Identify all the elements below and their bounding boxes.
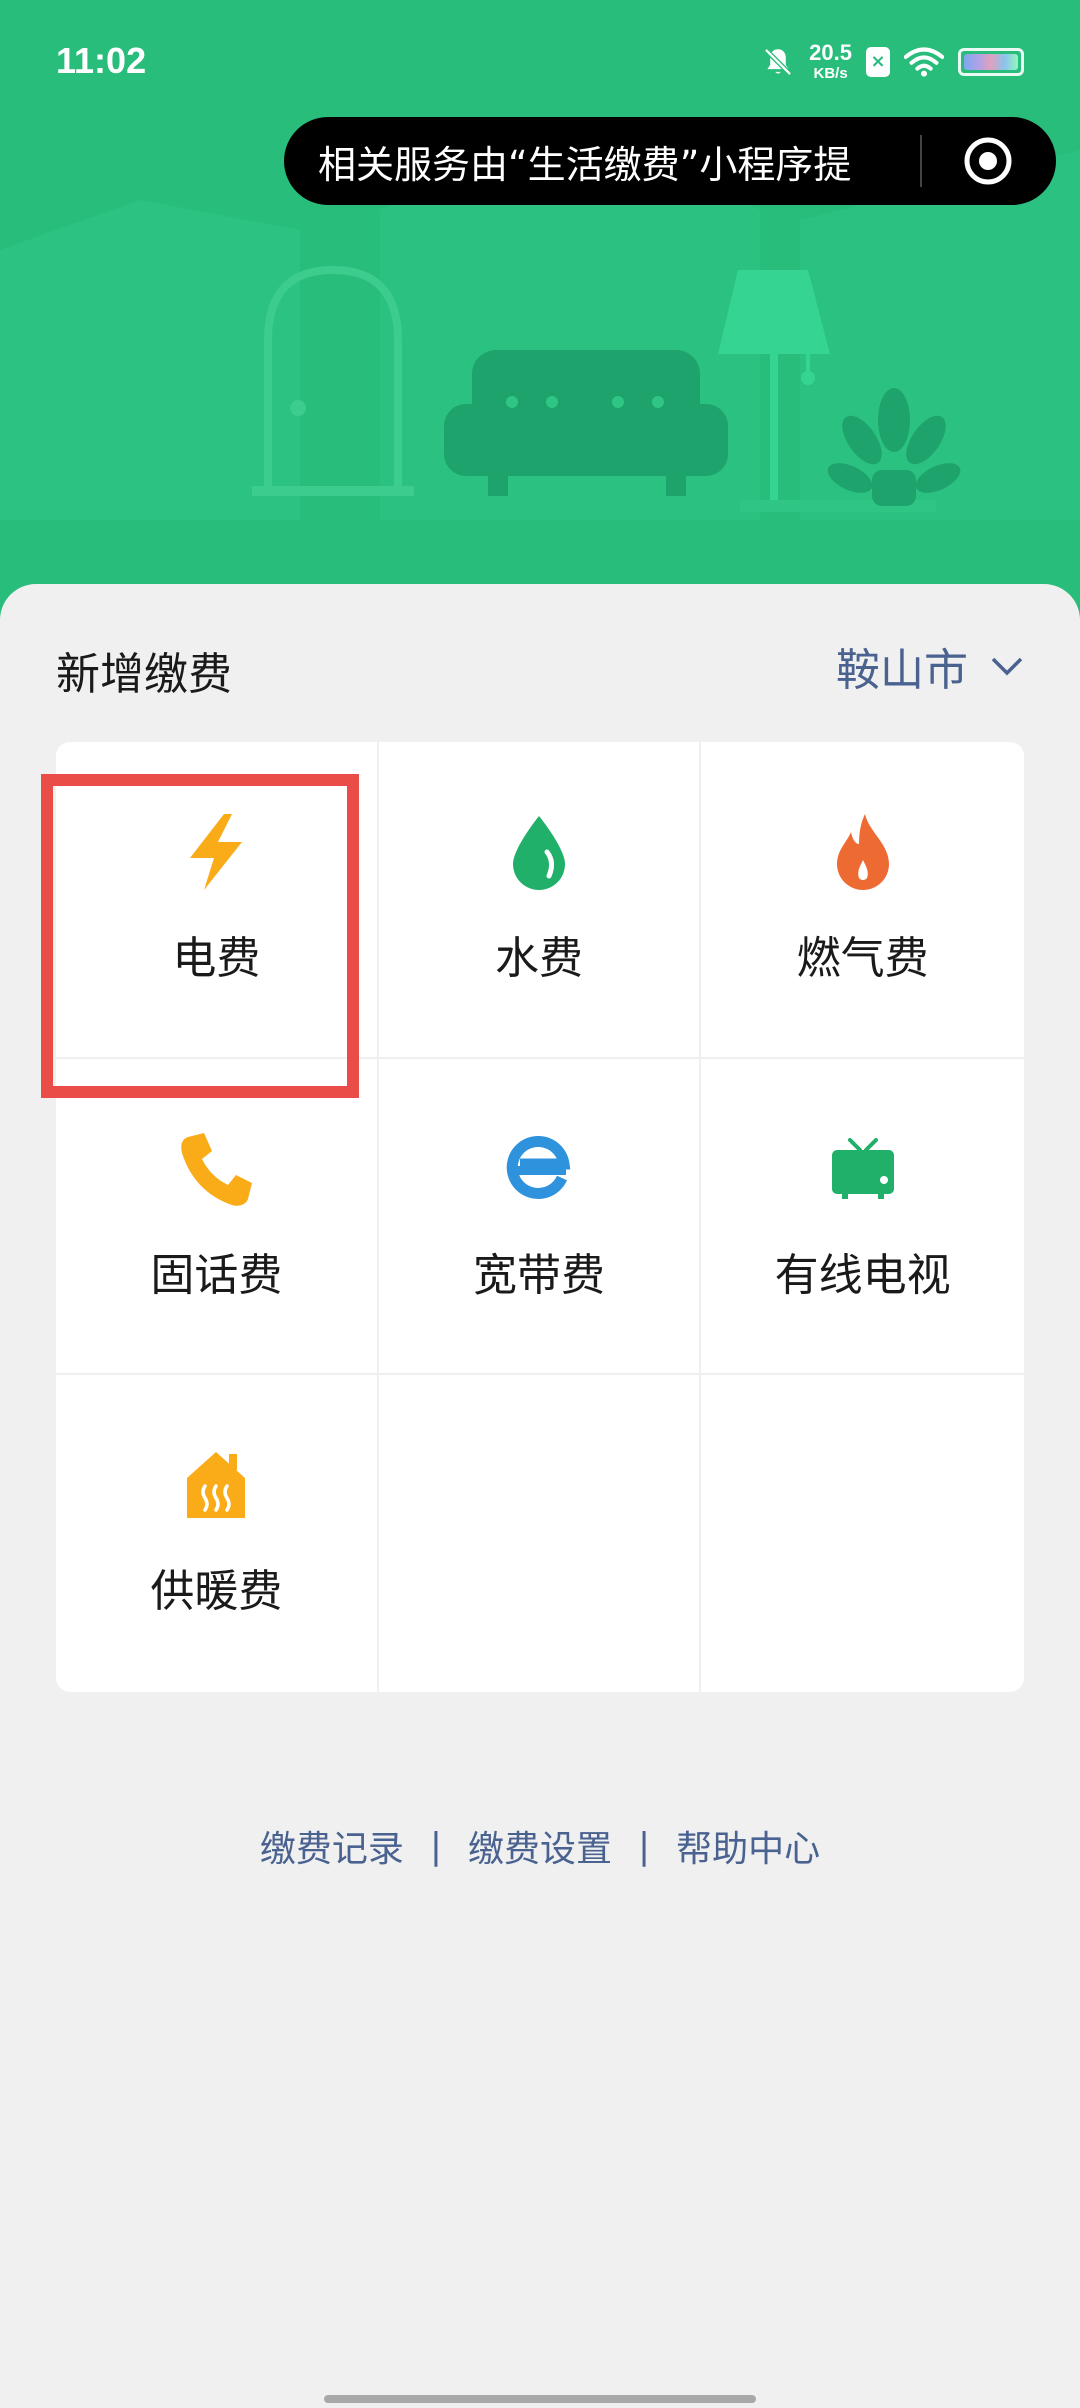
water-drop-icon <box>499 812 579 892</box>
payment-records-link[interactable]: 缴费记录 <box>260 1820 404 1872</box>
empty-cell <box>379 1375 702 1692</box>
city-selector[interactable]: 鞍山市 <box>836 634 1024 698</box>
phone-icon <box>176 1129 256 1209</box>
app-badge-icon: × <box>866 46 890 77</box>
service-label: 有线电视 <box>774 1249 951 1301</box>
bell-muted-icon <box>764 47 792 76</box>
network-speed-unit: KB/s <box>813 65 848 82</box>
capsule-notice-text: 相关服务由“生活缴费”小程序提 <box>318 142 852 187</box>
target-close-icon <box>964 137 1012 185</box>
empty-cell <box>701 1375 1024 1692</box>
chevron-down-icon <box>991 657 1023 676</box>
service-label: 供暖费 <box>150 1566 283 1618</box>
footer-links: 缴费记录 | 缴费设置 | 帮助中心 <box>0 1820 1080 1872</box>
service-label: 燃气费 <box>796 933 929 984</box>
city-name: 鞍山市 <box>836 645 968 696</box>
mini-program-capsule[interactable]: 相关服务由“生活缴费”小程序提 <box>284 117 1056 205</box>
battery-level <box>964 53 1018 70</box>
network-speed: 20.5 KB/s <box>809 40 852 82</box>
status-time: 11:02 <box>56 40 147 81</box>
battery-icon <box>958 47 1024 76</box>
selection-highlight-box <box>41 774 359 1098</box>
link-separator: | <box>429 1825 442 1867</box>
payment-settings-link[interactable]: 缴费设置 <box>468 1820 612 1872</box>
service-landline[interactable]: 固话费 <box>56 1058 379 1376</box>
wifi-icon <box>904 47 944 77</box>
service-label: 固话费 <box>150 1249 283 1301</box>
service-cable-tv[interactable]: 有线电视 <box>701 1059 1024 1376</box>
tv-icon <box>823 1129 903 1209</box>
service-broadband[interactable]: 宽带费 <box>378 1058 702 1376</box>
network-speed-value: 20.5 <box>809 40 852 65</box>
section-header: 新增缴费 鞍山市 <box>56 630 1024 700</box>
home-indicator[interactable] <box>324 2395 756 2403</box>
capsule-close-button[interactable] <box>922 117 1054 205</box>
service-gas[interactable]: 燃气费 <box>701 742 1024 1059</box>
broadband-e-icon <box>499 1129 579 1209</box>
service-heating[interactable]: 供暖费 <box>56 1375 379 1692</box>
flame-icon <box>823 812 903 892</box>
heating-house-icon <box>176 1445 256 1525</box>
service-label: 宽带费 <box>472 1249 605 1301</box>
status-bar: 11:02 20.5 KB/s × <box>0 0 1080 130</box>
service-water[interactable]: 水费 <box>378 742 702 1059</box>
section-title: 新增缴费 <box>56 649 232 700</box>
help-center-link[interactable]: 帮助中心 <box>676 1820 820 1872</box>
link-separator: | <box>638 1825 651 1867</box>
status-icons: 20.5 KB/s × <box>761 42 1024 81</box>
service-label: 水费 <box>494 933 583 984</box>
